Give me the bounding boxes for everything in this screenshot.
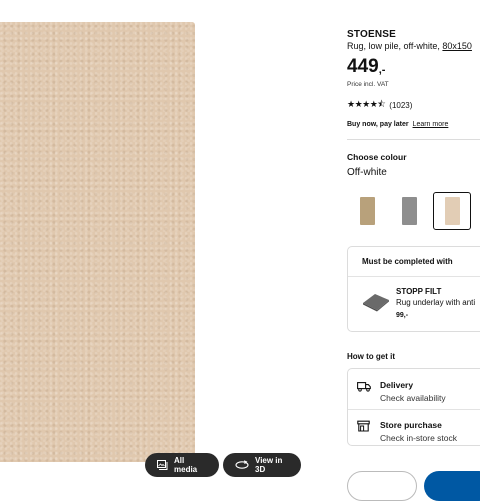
star-rating-icon: ★★★★⯪ — [347, 99, 386, 109]
how-to-get-it-heading: How to get it — [347, 352, 395, 361]
selected-colour: Off-white — [347, 167, 387, 178]
view-in-3d-button[interactable]: View in 3D — [223, 453, 301, 477]
learn-more-link[interactable]: Learn more — [413, 121, 449, 128]
complementary-item-price: 99,- — [396, 312, 409, 319]
must-be-completed-card: Must be completed with STOPP FILT Rug un… — [347, 246, 480, 332]
store-icon — [357, 419, 370, 437]
colour-swatch-beige[interactable] — [348, 192, 386, 230]
colour-swatch-off-white[interactable] — [433, 192, 471, 230]
divider — [347, 139, 480, 140]
product-image-rug[interactable] — [0, 22, 195, 462]
secondary-action-button[interactable] — [347, 471, 417, 501]
delivery-title[interactable]: Delivery — [380, 380, 413, 390]
all-media-label: All media — [174, 456, 198, 474]
view-in-3d-label: View in 3D — [255, 456, 283, 474]
delivery-check-availability[interactable]: Check availability — [380, 393, 446, 403]
product-description: Rug, low pile, off-white, 80x150 — [347, 41, 472, 51]
review-count: (1023) — [389, 100, 413, 110]
all-media-button[interactable]: All media — [145, 453, 219, 477]
store-purchase-title[interactable]: Store purchase — [380, 420, 442, 430]
add-to-bag-button[interactable] — [424, 471, 480, 501]
divider — [348, 409, 480, 410]
complementary-item-name[interactable]: STOPP FILT — [396, 287, 441, 296]
store-check-stock[interactable]: Check in-store stock — [380, 433, 457, 443]
must-be-completed-heading: Must be completed with — [362, 257, 453, 266]
description-text: Rug, low pile, off-white, — [347, 41, 440, 51]
swatch-beige-image — [359, 197, 375, 225]
price-whole: 449 — [347, 56, 379, 77]
price-note: Price incl. VAT — [347, 81, 389, 88]
price-decimal: ,- — [378, 64, 386, 76]
colour-swatch-grey[interactable] — [390, 192, 428, 230]
product-media: All media View in 3D — [0, 0, 335, 480]
choose-colour-heading: Choose colour — [347, 152, 407, 162]
buy-now-pay-later: Buy now, pay later Learn more — [347, 121, 448, 128]
truck-icon — [357, 379, 371, 397]
product-price: 449,- — [347, 56, 385, 78]
swatch-off-white-image — [444, 197, 460, 225]
complementary-item-description: Rug underlay with anti — [396, 298, 476, 307]
size-link[interactable]: 80x150 — [442, 41, 472, 51]
rating[interactable]: ★★★★⯪ (1023) — [347, 97, 412, 113]
buy-now-text: Buy now, pay later — [347, 121, 409, 128]
gallery-icon — [157, 460, 168, 470]
rug-underlay-image[interactable] — [361, 291, 391, 318]
swatch-grey-image — [401, 197, 417, 225]
availability-card: Delivery Check availability Store purcha… — [347, 368, 480, 446]
divider — [348, 276, 480, 277]
rotate-3d-icon — [235, 460, 249, 470]
product-name: STOENSE — [347, 29, 397, 40]
